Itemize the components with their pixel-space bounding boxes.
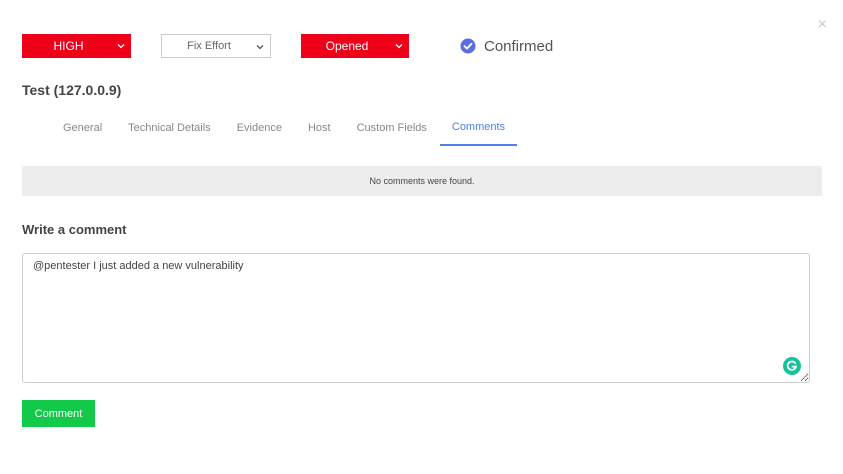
chevron-down-icon: [256, 45, 264, 50]
vulnerability-title: Test (127.0.0.9): [22, 82, 122, 98]
fix-effort-select[interactable]: Fix Effort: [161, 34, 271, 58]
comment-button[interactable]: Comment: [22, 400, 95, 427]
status-select[interactable]: Opened: [301, 34, 409, 58]
tab-technical-details[interactable]: Technical Details: [115, 110, 224, 146]
severity-select[interactable]: HIGH: [22, 34, 131, 58]
status-value: Opened: [325, 39, 369, 53]
severity-value: HIGH: [53, 39, 84, 53]
tab-host[interactable]: Host: [295, 110, 344, 146]
vulnerability-controls: HIGH Fix Effort Opened Confirmed: [22, 34, 582, 58]
grammarly-icon[interactable]: [783, 357, 801, 375]
comment-textarea[interactable]: @pentester I just added a new vulnerabil…: [22, 253, 810, 383]
fix-effort-placeholder: Fix Effort: [187, 40, 231, 52]
chevron-down-icon: [395, 44, 403, 49]
tab-comments[interactable]: Comments: [439, 110, 518, 146]
confirmed-toggle[interactable]: Confirmed: [460, 34, 553, 58]
check-circle-icon: [460, 38, 476, 54]
chevron-down-icon: [117, 44, 125, 49]
confirmed-label: Confirmed: [484, 37, 554, 55]
no-comments-message: No comments were found.: [22, 166, 822, 196]
write-comment-title: Write a comment: [22, 222, 127, 237]
tab-custom-fields[interactable]: Custom Fields: [344, 110, 440, 146]
tab-evidence[interactable]: Evidence: [224, 110, 295, 146]
detail-tabs: General Technical Details Evidence Host …: [50, 110, 518, 146]
no-comments-text: No comments were found.: [369, 176, 475, 186]
tab-general[interactable]: General: [50, 110, 115, 146]
close-icon[interactable]: ×: [818, 17, 827, 33]
